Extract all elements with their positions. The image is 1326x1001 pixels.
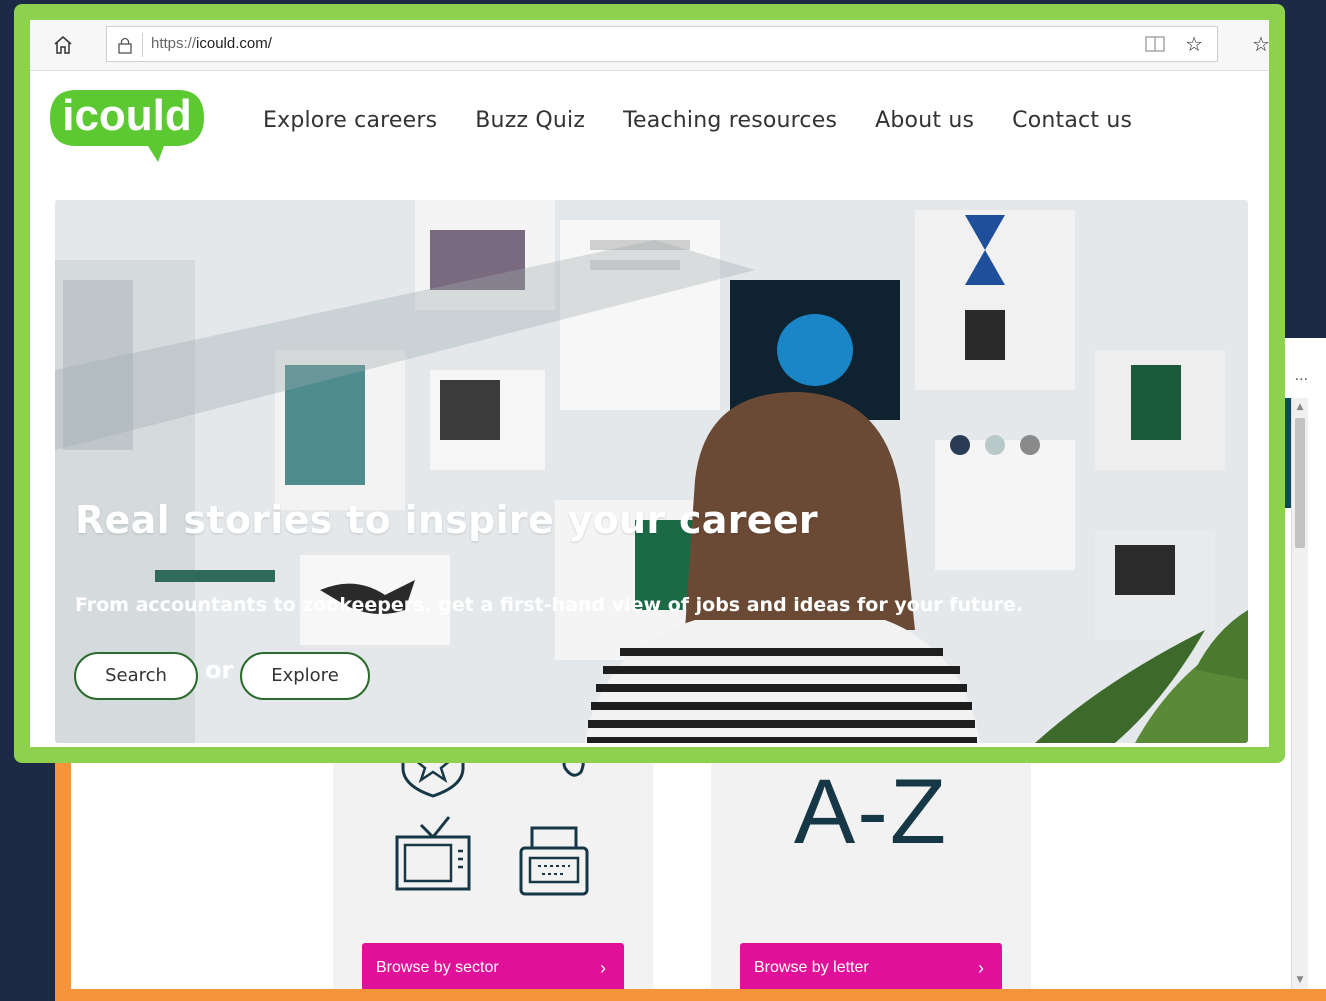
main-nav: Explore careers Buzz Quiz Teaching resou… [263,108,1170,133]
browse-by-sector-label: Browse by sector [376,959,499,976]
url-host: icould.com/ [196,35,272,52]
browse-by-letter-card: A-Z Browse by letter › [711,748,1031,989]
a-z-heading: A-Z [793,761,949,863]
chevron-right-icon: › [600,958,606,978]
chevron-right-icon: › [978,958,984,978]
url-scheme: https:// [151,35,197,52]
logo-text: icould [62,91,192,140]
browse-by-letter-label: Browse by letter [754,959,869,976]
home-icon[interactable] [52,34,74,56]
explore-button[interactable]: Explore [240,652,370,700]
browser-toolbar: https://icould.com/ ☆ ☆ [30,20,1269,71]
scrollbar-thumb[interactable] [1295,418,1305,548]
hero-background-image [55,200,1248,743]
more-options-label[interactable]: ... [1295,368,1308,384]
nav-explore-careers[interactable]: Explore careers [263,108,437,133]
address-divider [142,33,143,57]
tv-icon [395,816,471,891]
hero-subtitle: From accountants to zookeepers, get a fi… [75,594,1024,616]
nav-teaching-resources[interactable]: Teaching resources [623,108,837,133]
nav-buzz-quiz[interactable]: Buzz Quiz [475,108,585,133]
url-text[interactable]: https://icould.com/ [151,35,272,52]
address-bar[interactable]: https://icould.com/ ☆ [106,26,1218,62]
site-header: icould Explore careers Buzz Quiz Teachin… [30,72,1269,192]
lock-icon [118,37,132,54]
hero-title: Real stories to inspire your career [75,498,818,542]
hero-banner: Real stories to inspire your career From… [55,200,1248,743]
scroll-down-arrow-icon[interactable]: ▼ [1292,973,1308,987]
scroll-up-arrow-icon[interactable]: ▲ [1292,400,1308,414]
search-button[interactable]: Search [74,652,198,700]
reading-view-icon[interactable] [1145,36,1165,52]
favorite-star-icon[interactable]: ☆ [1185,32,1203,56]
typewriter-icon [519,826,589,896]
nav-about-us[interactable]: About us [875,108,974,133]
browse-by-letter-button[interactable]: Browse by letter › [740,943,1002,989]
nav-contact-us[interactable]: Contact us [1012,108,1132,133]
icould-logo[interactable]: icould [46,86,208,166]
browse-by-sector-card: Browse by sector › [333,738,653,989]
favorites-list-icon[interactable]: ☆ [1252,32,1269,56]
browser-window: https://icould.com/ ☆ ☆ icould Explore c… [30,20,1269,747]
or-label: or [205,656,234,684]
foreground-window-frame: https://icould.com/ ☆ ☆ icould Explore c… [14,4,1285,763]
browse-by-sector-button[interactable]: Browse by sector › [362,943,624,989]
scrollbar[interactable]: ▲ ▼ [1291,398,1308,989]
